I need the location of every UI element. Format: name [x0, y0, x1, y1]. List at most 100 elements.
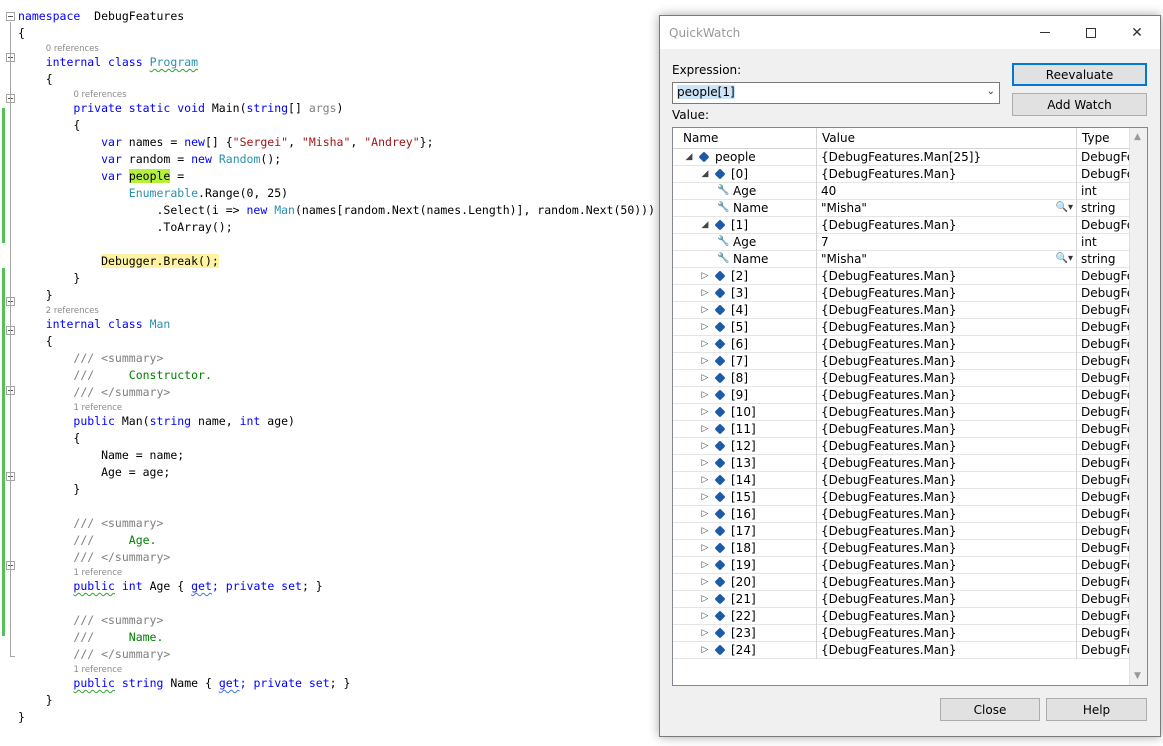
watch-value-cell[interactable]: 7 [817, 234, 1077, 251]
watch-row[interactable]: ▷ [13] {DebugFeatures.Man} DebugFeatures.Ma… [673, 455, 1129, 472]
magnifier-icon[interactable]: 🔍▾ [1056, 200, 1073, 216]
collapsed-triangle-icon[interactable]: ▷ [699, 557, 711, 573]
collapsed-triangle-icon[interactable]: ▷ [699, 404, 711, 420]
watch-row[interactable]: ▷ [14] {DebugFeatures.Man} DebugFeatures.Ma… [673, 472, 1129, 489]
collapsed-triangle-icon[interactable]: ▷ [699, 608, 711, 624]
collapsed-triangle-icon[interactable]: ▷ [699, 506, 711, 522]
expression-input[interactable]: people[1] [675, 85, 975, 101]
watch-row[interactable]: ▷ [11] {DebugFeatures.Man} DebugFeatures.Ma… [673, 421, 1129, 438]
watch-row[interactable]: 🔧 Name "Misha" 🔍▾ string [673, 251, 1129, 268]
expression-combobox[interactable]: people[1] ⌄ [672, 82, 1000, 104]
watch-value-cell[interactable]: {DebugFeatures.Man} [817, 489, 1077, 506]
watch-row[interactable]: ▷ [5] {DebugFeatures.Man} DebugFeatures.Man [673, 319, 1129, 336]
watch-value-cell[interactable]: {DebugFeatures.Man} [817, 625, 1077, 642]
watch-row[interactable]: ▷ [16] {DebugFeatures.Man} DebugFeatures.Ma… [673, 506, 1129, 523]
watch-row[interactable]: ▷ [2] {DebugFeatures.Man} DebugFeatures.Man [673, 268, 1129, 285]
watch-value-cell[interactable]: {DebugFeatures.Man} [817, 217, 1077, 234]
watch-row[interactable]: ◢ [0] {DebugFeatures.Man} DebugFeatures.Man [673, 166, 1129, 183]
watch-value-cell[interactable]: {DebugFeatures.Man[25]} [817, 149, 1077, 166]
code-lens-references[interactable]: 2 references [46, 306, 99, 316]
scroll-up-icon[interactable]: ▲ [1134, 132, 1141, 142]
scroll-down-icon[interactable]: ▼ [1134, 671, 1141, 681]
close-button[interactable]: Close [940, 698, 1040, 721]
watch-value-cell[interactable]: {DebugFeatures.Man} [817, 557, 1077, 574]
watch-value-cell[interactable]: {DebugFeatures.Man} [817, 472, 1077, 489]
watch-row[interactable]: ▷ [12] {DebugFeatures.Man} DebugFeatures.Ma… [673, 438, 1129, 455]
watch-value-cell[interactable]: {DebugFeatures.Man} [817, 421, 1077, 438]
collapsed-triangle-icon[interactable]: ▷ [699, 625, 711, 641]
watch-row[interactable]: ▷ [20] {DebugFeatures.Man} DebugFeatures.Ma… [673, 574, 1129, 591]
collapsed-triangle-icon[interactable]: ▷ [699, 455, 711, 471]
collapsed-triangle-icon[interactable]: ▷ [699, 370, 711, 386]
watch-value-cell[interactable]: {DebugFeatures.Man} [817, 353, 1077, 370]
add-watch-button[interactable]: Add Watch [1012, 93, 1147, 116]
watch-value-cell[interactable]: 40 [817, 183, 1077, 200]
collapsed-triangle-icon[interactable]: ▷ [699, 489, 711, 505]
watch-value-cell[interactable]: {DebugFeatures.Man} [817, 370, 1077, 387]
watch-row[interactable]: ◢ people {DebugFeatures.Man[25]} DebugFeatu… [673, 149, 1129, 166]
watch-value-cell[interactable]: {DebugFeatures.Man} [817, 387, 1077, 404]
watch-value-cell[interactable]: {DebugFeatures.Man} [817, 285, 1077, 302]
watch-row[interactable]: ▷ [17] {DebugFeatures.Man} DebugFeatures.Ma… [673, 523, 1129, 540]
expanded-triangle-icon[interactable]: ◢ [683, 149, 695, 165]
code-lens-references[interactable]: 0 references [46, 44, 99, 54]
watch-value-cell[interactable]: {DebugFeatures.Man} [817, 506, 1077, 523]
magnifier-icon[interactable]: 🔍▾ [1056, 251, 1073, 267]
watch-value-cell[interactable]: {DebugFeatures.Man} [817, 591, 1077, 608]
fold-namespace-icon[interactable] [6, 12, 15, 21]
code-lens-references[interactable]: 1 reference [73, 665, 122, 675]
close-window-button[interactable]: ✕ [1114, 16, 1160, 49]
collapsed-triangle-icon[interactable]: ▷ [699, 285, 711, 301]
watch-value-cell[interactable]: {DebugFeatures.Man} [817, 540, 1077, 557]
watch-value-cell[interactable]: {DebugFeatures.Man} [817, 438, 1077, 455]
watch-row[interactable]: ▷ [7] {DebugFeatures.Man} DebugFeatures.Man [673, 353, 1129, 370]
watch-value-cell[interactable]: {DebugFeatures.Man} [817, 523, 1077, 540]
watch-value-cell[interactable]: {DebugFeatures.Man} [817, 455, 1077, 472]
collapsed-triangle-icon[interactable]: ▷ [699, 438, 711, 454]
watch-value-cell[interactable]: {DebugFeatures.Man} [817, 166, 1077, 183]
collapsed-triangle-icon[interactable]: ▷ [699, 642, 711, 658]
watch-value-cell[interactable]: "Misha" 🔍▾ [817, 251, 1077, 268]
column-header-name[interactable]: Name [673, 128, 817, 149]
watch-value-cell[interactable]: {DebugFeatures.Man} [817, 268, 1077, 285]
code-lens-references[interactable]: 1 reference [73, 568, 122, 578]
collapsed-triangle-icon[interactable]: ▷ [699, 421, 711, 437]
watch-value-cell[interactable]: {DebugFeatures.Man} [817, 574, 1077, 591]
code-editor[interactable]: namespace DebugFeatures{0 references int… [0, 0, 658, 746]
watch-value-cell[interactable]: {DebugFeatures.Man} [817, 642, 1077, 659]
maximize-button[interactable] [1068, 16, 1114, 49]
help-button[interactable]: Help [1046, 698, 1147, 721]
vertical-scrollbar[interactable]: ▲ ▼ [1129, 128, 1147, 685]
watch-row[interactable]: ▷ [9] {DebugFeatures.Man} DebugFeatures.Man [673, 387, 1129, 404]
watch-value-cell[interactable]: {DebugFeatures.Man} [817, 608, 1077, 625]
watch-row[interactable]: ▷ [24] {DebugFeatures.Man} DebugFeatures.Ma… [673, 642, 1129, 659]
watch-row[interactable]: ▷ [21] {DebugFeatures.Man} DebugFeatures.Ma… [673, 591, 1129, 608]
watch-row[interactable]: ▷ [3] {DebugFeatures.Man} DebugFeatures.Man [673, 285, 1129, 302]
watch-row[interactable]: ▷ [23] {DebugFeatures.Man} DebugFeatures.Ma… [673, 625, 1129, 642]
watch-row[interactable]: ▷ [8] {DebugFeatures.Man} DebugFeatures.Man [673, 370, 1129, 387]
expanded-triangle-icon[interactable]: ◢ [699, 166, 711, 182]
watch-value-cell[interactable]: {DebugFeatures.Man} [817, 336, 1077, 353]
collapsed-triangle-icon[interactable]: ▷ [699, 319, 711, 335]
collapsed-triangle-icon[interactable]: ▷ [699, 591, 711, 607]
collapsed-triangle-icon[interactable]: ▷ [699, 540, 711, 556]
watch-row[interactable]: ▷ [4] {DebugFeatures.Man} DebugFeatures.Man [673, 302, 1129, 319]
column-header-value[interactable]: Value [817, 128, 1077, 149]
minimize-button[interactable] [1022, 16, 1068, 49]
code-lens-references[interactable]: 0 references [73, 90, 126, 100]
collapsed-triangle-icon[interactable]: ▷ [699, 268, 711, 284]
collapsed-triangle-icon[interactable]: ▷ [699, 336, 711, 352]
watch-value-cell[interactable]: {DebugFeatures.Man} [817, 302, 1077, 319]
collapsed-triangle-icon[interactable]: ▷ [699, 472, 711, 488]
watch-value-cell[interactable]: "Misha" 🔍▾ [817, 200, 1077, 217]
collapsed-triangle-icon[interactable]: ▷ [699, 387, 711, 403]
watch-value-cell[interactable]: {DebugFeatures.Man} [817, 404, 1077, 421]
column-header-type[interactable]: Type [1077, 128, 1129, 149]
watch-row[interactable]: 🔧 Name "Misha" 🔍▾ string [673, 200, 1129, 217]
watch-row[interactable]: 🔧 Age 7 int [673, 234, 1129, 251]
watch-row[interactable]: ▷ [22] {DebugFeatures.Man} DebugFeatures.Ma… [673, 608, 1129, 625]
collapsed-triangle-icon[interactable]: ▷ [699, 523, 711, 539]
value-grid[interactable]: Name Value Type ◢ people {DebugFeatures.Ma… [672, 127, 1148, 686]
watch-value-cell[interactable]: {DebugFeatures.Man} [817, 319, 1077, 336]
expanded-triangle-icon[interactable]: ◢ [699, 217, 711, 233]
